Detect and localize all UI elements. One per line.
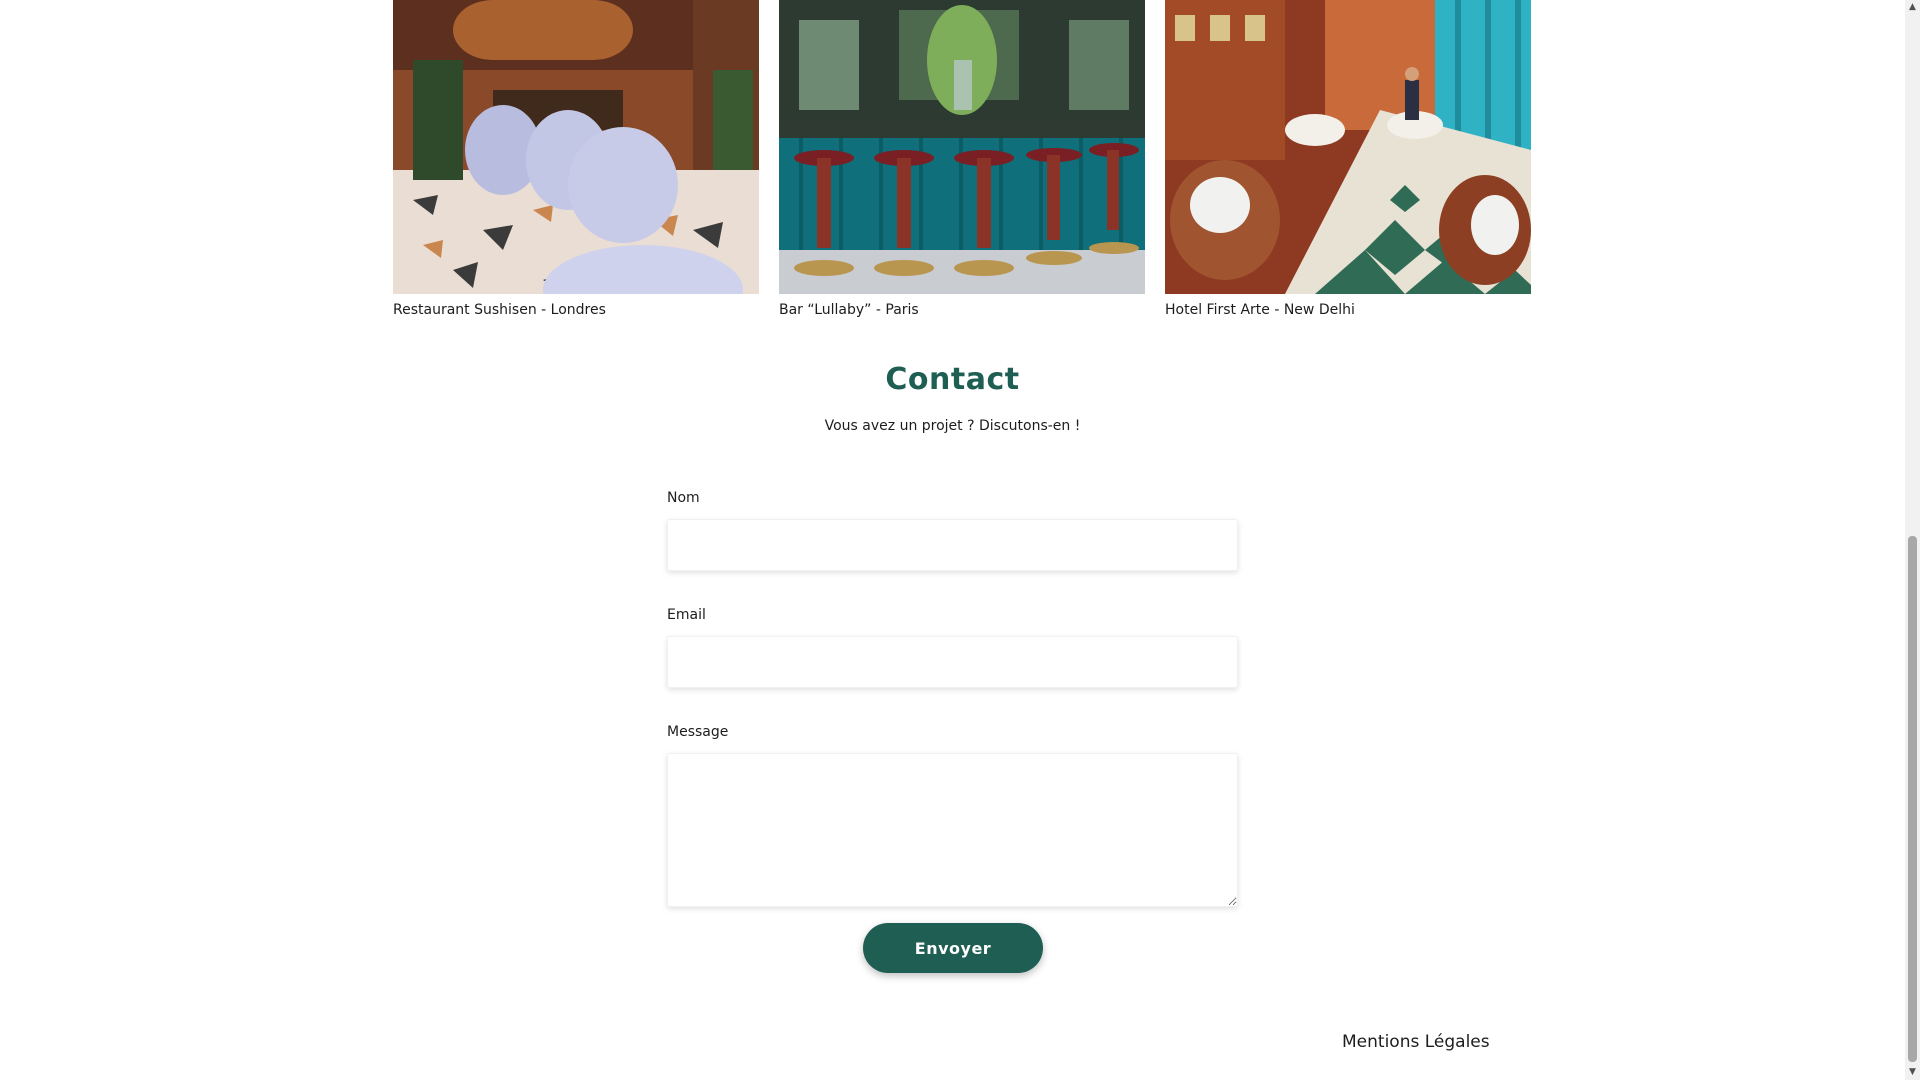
project-gallery: Restaurant Sushisen - Londres Bar “Lulla…	[393, 0, 1532, 318]
submit-button[interactable]: Envoyer	[863, 923, 1043, 973]
gallery-item-sushisen: Restaurant Sushisen - Londres	[393, 0, 759, 318]
message-label: Message	[667, 724, 729, 740]
gallery-caption: Hotel First Arte - New Delhi	[1165, 302, 1355, 318]
name-label: Nom	[667, 490, 700, 506]
scroll-down-arrow-icon[interactable]: ▼	[1905, 1065, 1920, 1080]
name-field[interactable]	[667, 519, 1238, 571]
scroll-thumb[interactable]	[1908, 536, 1917, 1062]
contact-subtitle: Vous avez un projet ? Discutons-en !	[824, 418, 1081, 434]
page: Restaurant Sushisen - Londres Bar “Lulla…	[0, 0, 1920, 1080]
message-field[interactable]	[667, 753, 1238, 907]
page-scrollbar[interactable]: ▲ ▼	[1905, 0, 1920, 1080]
gallery-caption: Restaurant Sushisen - Londres	[393, 302, 606, 318]
scroll-up-arrow-icon[interactable]: ▲	[1905, 0, 1920, 15]
gallery-caption: Bar “Lullaby” - Paris	[779, 302, 919, 318]
email-field[interactable]	[667, 636, 1238, 688]
contact-form: Nom Email Message	[667, 490, 1238, 907]
gallery-item-first-arte: Hotel First Arte - New Delhi	[1165, 0, 1531, 318]
legal-notice-link[interactable]: Mentions Légales	[1342, 1032, 1490, 1052]
email-label: Email	[667, 607, 706, 623]
bar-counter-photo	[779, 0, 1145, 294]
contact-title: Contact	[885, 362, 1020, 397]
hotel-dining-hall-photo	[1165, 0, 1531, 294]
restaurant-interior-photo	[393, 0, 759, 294]
gallery-item-lullaby: Bar “Lullaby” - Paris	[779, 0, 1145, 318]
